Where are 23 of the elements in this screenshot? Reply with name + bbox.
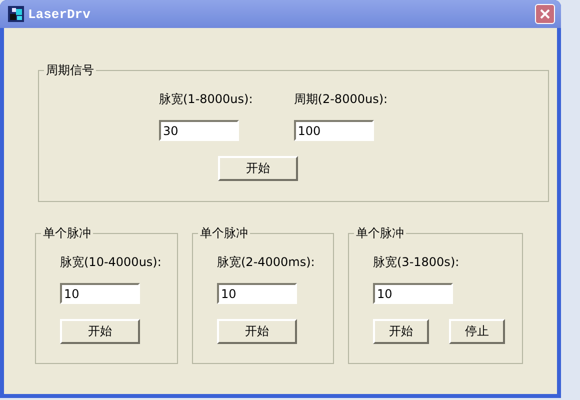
group-title: 周期信号 [45,62,95,79]
input-field[interactable]: 10 [373,283,453,304]
input-field[interactable]: 30 [159,120,239,141]
stop-button[interactable]: 停止 [449,319,505,344]
input-field[interactable]: 10 [217,283,297,304]
start-button[interactable]: 开始 [373,319,429,344]
field-label: 脉宽(10-4000us): [60,254,162,271]
input-field[interactable]: 100 [294,120,374,141]
start-button[interactable]: 开始 [217,319,297,344]
start-button[interactable]: 开始 [60,319,140,344]
app-icon [8,6,24,22]
field-label: 脉宽(2-4000ms): [217,254,315,271]
field-label: 脉宽(3-1800s): [373,254,460,271]
close-icon [540,9,550,19]
field-label: 周期(2-8000us): [294,91,388,108]
close-button[interactable] [535,4,555,24]
start-button[interactable]: 开始 [218,156,298,181]
window-title: LaserDrv [28,6,92,22]
input-field[interactable]: 10 [60,283,140,304]
group-title: 单个脉冲 [199,225,249,242]
field-label: 脉宽(1-8000us): [159,91,253,108]
group-title: 单个脉冲 [42,225,92,242]
group-title: 单个脉冲 [355,225,405,242]
